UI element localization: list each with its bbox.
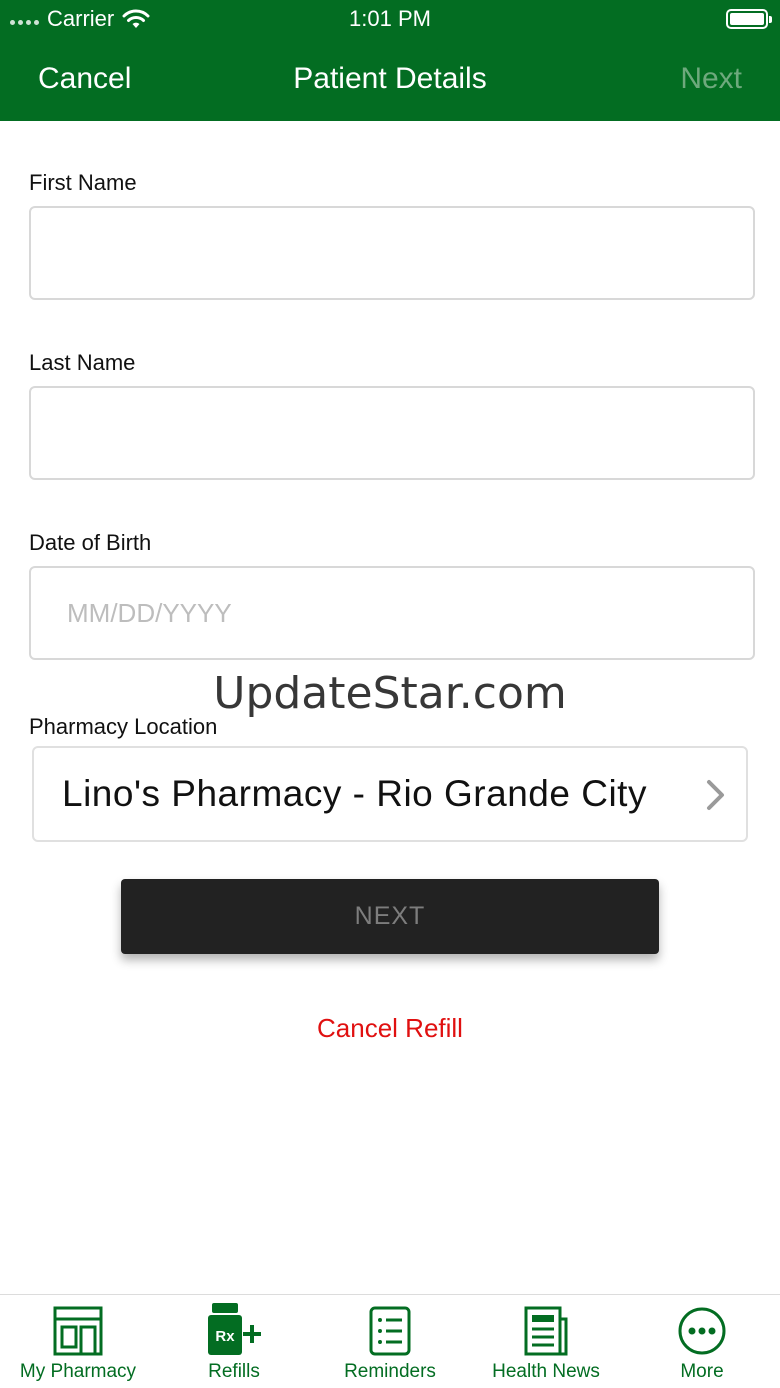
last-name-field[interactable] — [29, 386, 755, 480]
svg-text:Rx: Rx — [215, 1328, 235, 1345]
watermark: UpdateStar.com — [213, 668, 567, 719]
dob-label: Date of Birth — [29, 530, 152, 555]
pharmacy-store-icon — [53, 1306, 103, 1356]
next-button[interactable]: NEXT — [121, 879, 659, 954]
pharmacy-location-select[interactable]: Lino's Pharmacy - Rio Grande City — [32, 746, 748, 842]
tab-label: Reminders — [344, 1361, 436, 1382]
tab-more[interactable]: More — [624, 1295, 780, 1388]
tab-bar: My Pharmacy Rx Refills Reminders Health … — [0, 1294, 780, 1387]
tab-reminders[interactable]: Reminders — [312, 1295, 468, 1388]
more-dots-icon — [678, 1307, 726, 1355]
status-bar: Carrier 1:01 PM — [0, 0, 780, 38]
rx-refill-icon: Rx — [208, 1303, 261, 1355]
nav-bar: Cancel Patient Details Next — [0, 50, 780, 110]
tab-label: Refills — [208, 1361, 260, 1382]
newspaper-icon — [524, 1306, 568, 1356]
status-time: 1:01 PM — [349, 6, 431, 31]
first-name-label: First Name — [29, 170, 137, 195]
pharmacy-location-value: Lino's Pharmacy - Rio Grande City — [62, 773, 647, 814]
tab-refills[interactable]: Rx Refills — [156, 1295, 312, 1388]
app-header: Carrier 1:01 PM Cancel Patient Details N… — [0, 0, 780, 121]
chevron-right-icon — [707, 780, 724, 810]
last-name-label: Last Name — [29, 350, 136, 375]
page-title: Patient Details — [293, 62, 487, 95]
dob-field[interactable] — [29, 566, 755, 660]
reminders-list-icon — [369, 1306, 411, 1356]
battery-icon — [726, 9, 772, 29]
tab-health-news[interactable]: Health News — [468, 1295, 624, 1388]
next-nav-button[interactable]: Next — [680, 62, 742, 96]
tab-label: Health News — [492, 1361, 600, 1382]
tab-my-pharmacy[interactable]: My Pharmacy — [0, 1295, 156, 1388]
first-name-field[interactable] — [29, 206, 755, 300]
tab-label: More — [680, 1361, 724, 1382]
tab-label: My Pharmacy — [19, 1361, 137, 1382]
cancel-refill-link[interactable]: Cancel Refill — [0, 1013, 780, 1044]
